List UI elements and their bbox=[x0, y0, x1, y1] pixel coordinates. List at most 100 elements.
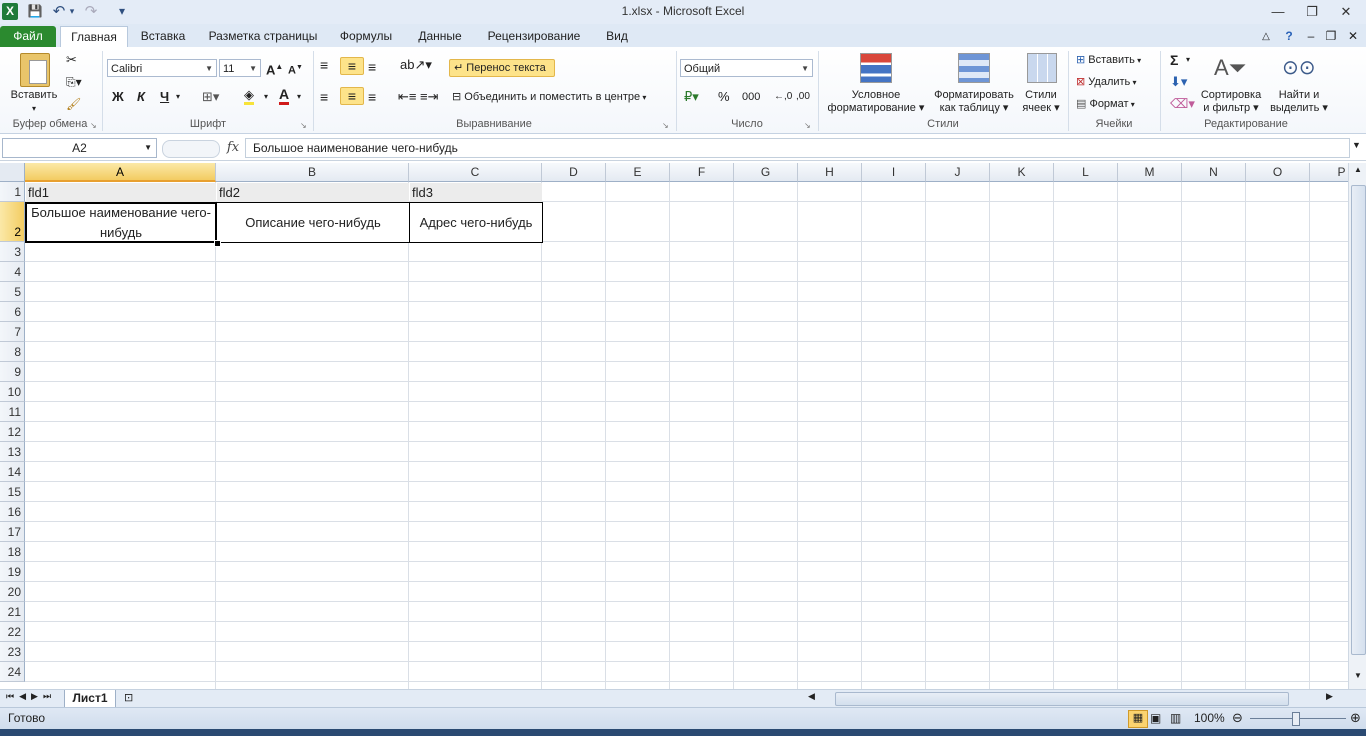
zoom-slider-thumb[interactable] bbox=[1292, 712, 1300, 726]
orientation-icon[interactable]: ab↗▾ bbox=[400, 57, 432, 73]
column-header-l[interactable]: L bbox=[1054, 163, 1118, 182]
minimize-button[interactable]: — bbox=[1264, 2, 1292, 21]
row-header-20[interactable]: 20 bbox=[0, 582, 25, 602]
row-header-6[interactable]: 6 bbox=[0, 302, 25, 322]
doc-restore-icon[interactable]: ❐ bbox=[1324, 26, 1338, 47]
page-layout-view-icon[interactable]: ▣ bbox=[1150, 711, 1161, 725]
borders-icon[interactable]: ⊞▾ bbox=[202, 89, 219, 105]
format-as-table-button[interactable]: Форматировать как таблицу ▾ bbox=[930, 89, 1018, 115]
tab-insert[interactable]: Вставка bbox=[134, 26, 192, 47]
row-header-22[interactable]: 22 bbox=[0, 622, 25, 642]
column-header-j[interactable]: J bbox=[926, 163, 990, 182]
maximize-button[interactable]: ❐ bbox=[1298, 2, 1326, 21]
select-all-button[interactable] bbox=[0, 163, 25, 182]
column-header-b[interactable]: B bbox=[216, 163, 409, 182]
sheet-tab-list1[interactable]: Лист1 bbox=[64, 690, 116, 708]
doc-close-icon[interactable]: ✕ bbox=[1346, 26, 1360, 47]
close-button[interactable]: ✕ bbox=[1332, 2, 1360, 21]
tab-file[interactable]: Файл bbox=[0, 26, 56, 47]
align-right-icon[interactable]: ≡ bbox=[368, 89, 376, 105]
percent-style-button[interactable]: % bbox=[718, 89, 730, 105]
row-header-11[interactable]: 11 bbox=[0, 402, 25, 422]
row-header-21[interactable]: 21 bbox=[0, 602, 25, 622]
row-header-18[interactable]: 18 bbox=[0, 542, 25, 562]
formula-bar-splitter[interactable] bbox=[162, 140, 220, 158]
column-header-h[interactable]: H bbox=[798, 163, 862, 182]
column-header-f[interactable]: F bbox=[670, 163, 734, 182]
autosum-button[interactable]: Σ bbox=[1170, 52, 1178, 68]
row-header-9[interactable]: 9 bbox=[0, 362, 25, 382]
row-header-14[interactable]: 14 bbox=[0, 462, 25, 482]
scroll-down-icon[interactable]: ▼ bbox=[1352, 671, 1364, 681]
row-header-7[interactable]: 7 bbox=[0, 322, 25, 342]
chevron-down-icon[interactable]: ▼ bbox=[144, 139, 152, 157]
row-header-15[interactable]: 15 bbox=[0, 482, 25, 502]
cell-styles-button[interactable]: Стили ячеек ▾ bbox=[1018, 89, 1064, 115]
format-as-table-icon[interactable] bbox=[958, 53, 990, 83]
binoculars-icon[interactable]: ⊙⊙ bbox=[1282, 55, 1316, 81]
copy-icon[interactable]: ⎘▾ bbox=[66, 74, 82, 90]
column-header-d[interactable]: D bbox=[542, 163, 606, 182]
insert-function-button[interactable]: fx bbox=[224, 138, 242, 158]
vertical-scroll-thumb[interactable] bbox=[1351, 185, 1366, 655]
fill-icon[interactable]: ⬇▾ bbox=[1170, 74, 1187, 90]
page-break-view-icon[interactable]: ▥ bbox=[1170, 711, 1181, 725]
row-header-5[interactable]: 5 bbox=[0, 282, 25, 302]
column-header-m[interactable]: M bbox=[1118, 163, 1182, 182]
conditional-formatting-button[interactable]: Условное форматирование ▾ bbox=[822, 89, 930, 115]
formula-input[interactable]: Большое наименование чего-нибудь bbox=[245, 138, 1350, 158]
format-cells-button[interactable]: ▤ Формат ▾ bbox=[1076, 96, 1135, 113]
underline-dropdown-icon[interactable]: ▾ bbox=[176, 89, 180, 105]
zoom-level[interactable]: 100% bbox=[1194, 711, 1225, 725]
expand-formula-bar-icon[interactable]: ▼ bbox=[1352, 140, 1361, 150]
autosum-dropdown-icon[interactable]: ▾ bbox=[1186, 52, 1190, 68]
scroll-right-icon[interactable]: ▶ bbox=[1326, 691, 1333, 702]
column-header-c[interactable]: C bbox=[409, 163, 542, 182]
font-color-dropdown-icon[interactable]: ▾ bbox=[297, 89, 301, 105]
row-header-12[interactable]: 12 bbox=[0, 422, 25, 442]
row-header-2[interactable]: 2 bbox=[0, 202, 25, 242]
decrease-decimal-icon[interactable]: ,00 bbox=[796, 89, 810, 105]
cell-C1[interactable]: fld3 bbox=[410, 183, 542, 203]
clear-icon[interactable]: ⌫▾ bbox=[1170, 96, 1195, 112]
conditional-formatting-icon[interactable] bbox=[860, 53, 892, 83]
column-header-a[interactable]: A bbox=[25, 163, 216, 182]
alignment-launcher-icon[interactable]: ↘ bbox=[662, 118, 669, 134]
cut-icon[interactable]: ✂ bbox=[66, 52, 77, 68]
column-header-p[interactable]: P bbox=[1310, 163, 1348, 182]
column-header-e[interactable]: E bbox=[606, 163, 670, 182]
new-sheet-icon[interactable]: ⊡ bbox=[124, 691, 133, 704]
increase-decimal-icon[interactable]: ←,0 bbox=[774, 89, 792, 105]
vertical-scrollbar[interactable]: ▲ ▼ bbox=[1348, 163, 1366, 689]
scroll-left-icon[interactable]: ◀ bbox=[808, 691, 815, 702]
name-box[interactable]: A2 ▼ bbox=[2, 138, 157, 158]
normal-view-icon[interactable]: ▦ bbox=[1128, 710, 1148, 728]
sheet-navigation-icons[interactable]: ⏮◀▶⏭ bbox=[6, 691, 56, 702]
paste-icon[interactable] bbox=[20, 53, 50, 87]
increase-font-icon[interactable]: A▲ bbox=[266, 59, 283, 78]
row-header-1[interactable]: 1 bbox=[0, 182, 25, 202]
column-header-k[interactable]: K bbox=[990, 163, 1054, 182]
row-header-19[interactable]: 19 bbox=[0, 562, 25, 582]
align-middle-icon[interactable]: ≡ bbox=[340, 57, 364, 75]
font-name-select[interactable]: Calibri ▼ bbox=[107, 59, 217, 77]
paste-button[interactable]: Вставить bbox=[6, 89, 62, 102]
comma-style-button[interactable]: 000 bbox=[742, 89, 760, 105]
row-header-17[interactable]: 17 bbox=[0, 522, 25, 542]
column-header-o[interactable]: O bbox=[1246, 163, 1310, 182]
clipboard-launcher-icon[interactable]: ↘ bbox=[90, 118, 97, 134]
column-header-g[interactable]: G bbox=[734, 163, 798, 182]
number-format-select[interactable]: Общий ▼ bbox=[680, 59, 813, 77]
tab-page-layout[interactable]: Разметка страницы bbox=[200, 26, 326, 47]
bold-button[interactable]: Ж bbox=[112, 89, 124, 105]
italic-button[interactable]: К bbox=[137, 89, 145, 105]
fill-color-dropdown-icon[interactable]: ▾ bbox=[264, 89, 268, 105]
zoom-out-icon[interactable]: ⊖ bbox=[1232, 710, 1243, 726]
cell-A1[interactable]: fld1 bbox=[26, 183, 216, 203]
row-header-24[interactable]: 24 bbox=[0, 662, 25, 682]
tab-formulas[interactable]: Формулы bbox=[334, 26, 398, 47]
column-header-n[interactable]: N bbox=[1182, 163, 1246, 182]
cell-C2[interactable]: Адрес чего-нибудь bbox=[409, 202, 543, 243]
sort-filter-icon[interactable]: A⏷ bbox=[1214, 53, 1246, 83]
cell-A2[interactable]: Большое наименование чего-нибудь bbox=[25, 202, 217, 243]
